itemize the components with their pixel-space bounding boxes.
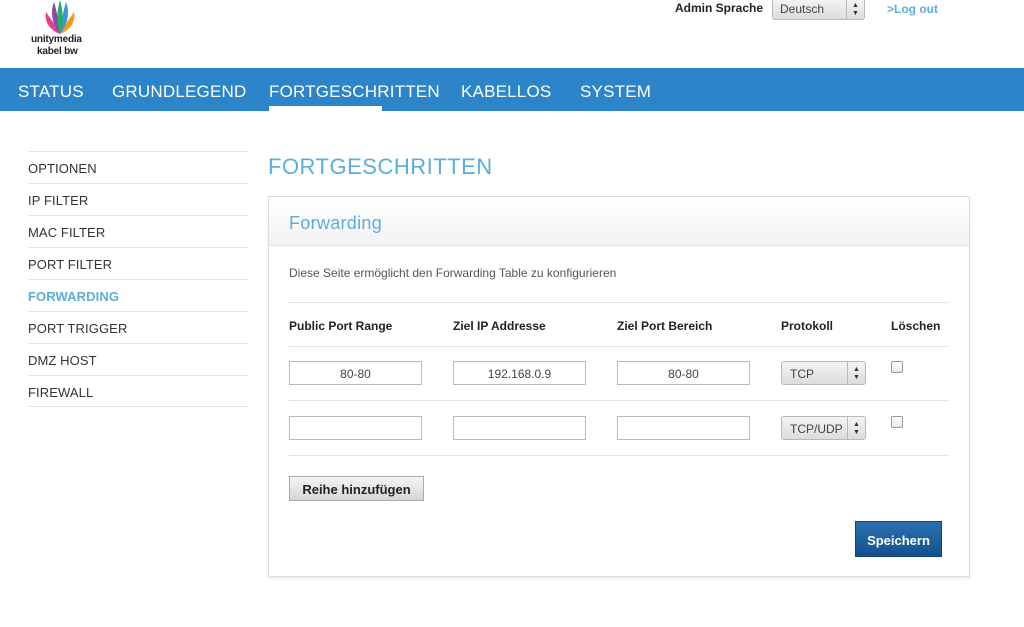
main-nav: STATUS GRUNDLEGEND FORTGESCHRITTEN KABEL… <box>0 68 1024 111</box>
protocol-select-value: TCP <box>790 367 814 381</box>
protocol-select[interactable]: TCP ▲ ▼ <box>781 361 866 385</box>
divider <box>289 400 949 401</box>
divider <box>289 455 949 456</box>
delete-checkbox[interactable] <box>891 416 903 428</box>
ziel-port-input[interactable]: 80-80 <box>617 361 750 385</box>
logo-flower-icon <box>45 0 75 34</box>
panel-description: Diese Seite ermöglicht den Forwarding Ta… <box>289 266 617 280</box>
sidebar-item-optionen[interactable]: OPTIONEN <box>28 151 248 183</box>
nav-kabellos[interactable]: KABELLOS <box>461 82 551 102</box>
sidebar-item-ip-filter[interactable]: IP FILTER <box>28 183 248 215</box>
logo-text-sub: kabel bw <box>37 46 78 57</box>
col-ziel-ip: Ziel IP Addresse <box>453 319 546 333</box>
divider <box>289 346 949 347</box>
col-ziel-port: Ziel Port Bereich <box>617 319 713 333</box>
forwarding-panel: Forwarding Diese Seite ermöglicht den Fo… <box>268 196 970 577</box>
divider <box>289 302 949 303</box>
nav-grundlegend[interactable]: GRUNDLEGEND <box>112 82 246 102</box>
public-port-input[interactable] <box>289 416 422 440</box>
col-loeschen: Löschen <box>891 319 941 333</box>
protocol-select[interactable]: TCP/UDP ▲ ▼ <box>781 416 866 440</box>
nav-status[interactable]: STATUS <box>18 82 84 102</box>
sidebar-item-port-filter[interactable]: PORT FILTER <box>28 247 248 279</box>
public-port-input[interactable]: 80-80 <box>289 361 422 385</box>
sidebar-item-forwarding[interactable]: FORWARDING <box>28 279 248 311</box>
add-row-button[interactable]: Reihe hinzufügen <box>289 476 424 501</box>
header: unitymedia kabel bw Admin Sprache Deutsc… <box>0 0 1024 68</box>
ziel-ip-input[interactable] <box>453 416 586 440</box>
page-title: FORTGESCHRITTEN <box>268 154 493 179</box>
col-public-port-range: Public Port Range <box>289 319 393 333</box>
select-arrows-icon: ▲ ▼ <box>846 0 864 19</box>
select-arrows-icon: ▲ ▼ <box>847 417 865 439</box>
nav-fortgeschritten[interactable]: FORTGESCHRITTEN <box>269 82 440 102</box>
panel-title: Forwarding <box>289 213 383 233</box>
select-arrows-icon: ▲ ▼ <box>847 362 865 384</box>
sidebar: OPTIONEN IP FILTER MAC FILTER PORT FILTE… <box>28 151 248 407</box>
save-button[interactable]: Speichern <box>855 521 942 557</box>
sidebar-item-mac-filter[interactable]: MAC FILTER <box>28 215 248 247</box>
nav-system[interactable]: SYSTEM <box>580 82 651 102</box>
admin-language-label: Admin Sprache <box>675 1 764 15</box>
delete-checkbox[interactable] <box>891 361 903 373</box>
language-select-value: Deutsch <box>780 2 825 16</box>
language-select[interactable]: Deutsch ▲ ▼ <box>772 0 865 20</box>
col-protokoll: Protokoll <box>781 319 834 333</box>
logo-text-brand: unitymedia <box>31 34 82 45</box>
panel-header: Forwarding <box>269 197 969 246</box>
nav-active-indicator <box>269 106 382 111</box>
sidebar-item-firewall[interactable]: FIREWALL <box>28 375 248 407</box>
ziel-ip-input[interactable]: 192.168.0.9 <box>453 361 586 385</box>
sidebar-item-port-trigger[interactable]: PORT TRIGGER <box>28 311 248 343</box>
ziel-port-input[interactable] <box>617 416 750 440</box>
unitymedia-logo[interactable]: unitymedia kabel bw <box>28 0 92 60</box>
sidebar-item-dmz-host[interactable]: DMZ HOST <box>28 343 248 375</box>
logout-link[interactable]: >Log out <box>887 2 938 16</box>
protocol-select-value: TCP/UDP <box>790 422 843 436</box>
